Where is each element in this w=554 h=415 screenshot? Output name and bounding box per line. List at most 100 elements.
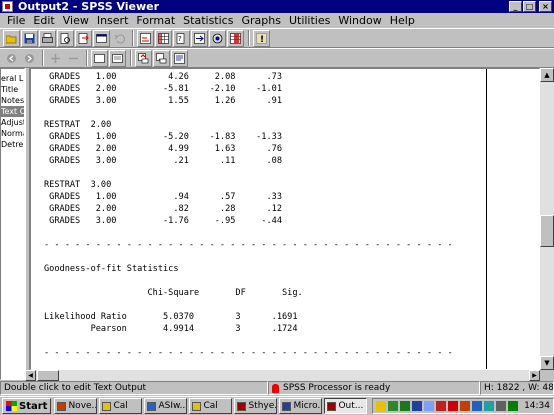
scroll-right-icon[interactable]: ▶: [529, 370, 540, 381]
vertical-scroll-thumb[interactable]: [540, 215, 554, 247]
folder-icon: [192, 401, 202, 411]
show-icon[interactable]: [135, 49, 152, 67]
tray-shortcut-6-icon[interactable]: [436, 401, 447, 411]
scroll-up-icon[interactable]: ▲: [540, 68, 554, 82]
output-line: Chi-Square DF Sig.: [44, 288, 303, 298]
print-icon[interactable]: [39, 29, 56, 47]
tray-volume-icon[interactable]: [496, 401, 507, 411]
dialog-recall-icon[interactable]: [93, 29, 110, 47]
goto-case-icon[interactable]: [191, 29, 208, 47]
taskbar-task[interactable]: Sthye...: [234, 398, 278, 414]
undo-icon[interactable]: [111, 30, 128, 47]
expand-icon[interactable]: [91, 49, 108, 67]
taskbar-task[interactable]: ASIw...: [144, 398, 188, 414]
output-line: Pearson 4.9914 3 .1724: [44, 324, 298, 334]
tray-icons: [376, 401, 520, 411]
menu-utilities[interactable]: Utilities: [285, 13, 334, 28]
menu-window[interactable]: Window: [334, 13, 385, 28]
collapse-icon[interactable]: [109, 49, 126, 67]
print-preview-icon[interactable]: [57, 29, 74, 47]
text-output[interactable]: GRADES 1.00 4.26 2.08 .73 GRADES 2.00 -5…: [44, 71, 453, 359]
output-line: GRADES 2.00 -5.81 -2.10 -1.01: [44, 84, 282, 94]
main-toolbar: ? !: [0, 28, 554, 48]
select-cases-icon[interactable]: [227, 29, 244, 47]
menu-insert[interactable]: Insert: [93, 13, 133, 28]
folder-icon: [102, 401, 112, 411]
output-content-pane[interactable]: GRADES 1.00 4.26 2.08 .73 GRADES 2.00 -5…: [30, 68, 540, 370]
forward-icon[interactable]: [21, 50, 38, 67]
taskbar-tasks: Nove... Cal ASIw... Cal Sthye... Micro... Out.…: [54, 398, 369, 414]
taskbar-task[interactable]: Cal: [99, 398, 143, 414]
open-icon[interactable]: [3, 29, 20, 47]
minimize-button[interactable]: _: [509, 1, 522, 12]
taskbar-task[interactable]: Micro...: [279, 398, 323, 414]
horizontal-scroll-thumb[interactable]: [37, 370, 59, 381]
menu-statistics[interactable]: Statistics: [179, 13, 237, 28]
page-margin-line: [486, 69, 487, 369]
outline-item-selected[interactable]: Text O: [1, 106, 24, 117]
system-tray: 14:34: [372, 398, 554, 414]
tray-shortcut-5-icon[interactable]: [424, 401, 435, 411]
close-button[interactable]: ×: [539, 1, 552, 12]
outline-item[interactable]: Adjust: [1, 117, 24, 128]
taskbar-task-label: Cal: [203, 401, 218, 411]
svg-text:!: !: [260, 35, 264, 44]
svg-text:?: ?: [178, 35, 182, 43]
demote-icon[interactable]: [65, 50, 82, 67]
processor-status-icon: [272, 383, 279, 393]
output-line: Goodness-of-fit Statistics: [44, 264, 179, 274]
outline-item[interactable]: Notes: [1, 95, 24, 106]
back-icon[interactable]: [3, 50, 20, 67]
output-line: GRADES 1.00 .94 .57 .33: [44, 192, 282, 202]
hide-icon[interactable]: [153, 49, 170, 67]
save-icon[interactable]: [21, 29, 38, 47]
find-icon[interactable]: [209, 29, 226, 47]
insert-heading-icon[interactable]: [171, 49, 188, 67]
outline-item[interactable]: Detren: [1, 139, 24, 150]
start-button[interactable]: Start: [2, 398, 52, 414]
tray-shortcut-2-icon[interactable]: [388, 401, 399, 411]
status-bar: Double click to edit Text Output SPSS Pr…: [0, 381, 554, 395]
tray-program-1-icon[interactable]: [460, 401, 471, 411]
goto-chart-icon[interactable]: [137, 29, 154, 47]
outline-item[interactable]: Title: [1, 84, 24, 95]
export-icon[interactable]: [75, 29, 92, 47]
menu-help[interactable]: Help: [386, 13, 419, 28]
output-line: GRADES 3.00 -1.76 -.95 -.44: [44, 216, 282, 226]
tray-excel-icon[interactable]: [400, 401, 411, 411]
menu-graphs[interactable]: Graphs: [237, 13, 284, 28]
tray-program-2-icon[interactable]: [472, 401, 483, 411]
menu-format[interactable]: Format: [132, 13, 179, 28]
outline-item[interactable]: Norma: [1, 128, 24, 139]
spss-app-icon[interactable]: [2, 1, 13, 12]
novell-icon: [57, 401, 67, 411]
scroll-left-icon[interactable]: ◀: [25, 370, 36, 381]
tray-word-icon[interactable]: [412, 401, 423, 411]
tray-shortcut-1-icon[interactable]: [376, 401, 387, 411]
scroll-down-icon[interactable]: ▼: [540, 356, 554, 370]
help-icon[interactable]: !: [253, 29, 270, 47]
taskbar-task-label: Sthye...: [248, 401, 278, 411]
taskbar-task-label: Nove...: [68, 401, 98, 411]
taskbar-task[interactable]: Nove...: [54, 398, 98, 414]
goto-data-icon[interactable]: [155, 29, 172, 47]
variables-icon[interactable]: ?: [173, 29, 190, 47]
promote-icon[interactable]: [47, 50, 64, 67]
tray-network-icon[interactable]: [508, 401, 519, 411]
horizontal-scrollbar[interactable]: ◀ ▶: [25, 370, 540, 381]
taskbar-task[interactable]: Out...: [324, 398, 368, 414]
title-bar: Output2 - SPSS Viewer _ □ ×: [0, 0, 554, 13]
menu-file[interactable]: File: [3, 13, 29, 28]
toolbar-separator: [42, 50, 44, 66]
vertical-scrollbar[interactable]: ▲ ▼: [540, 68, 554, 370]
maximize-button[interactable]: □: [523, 1, 536, 12]
menu-view[interactable]: View: [59, 13, 93, 28]
tray-netware-icon[interactable]: [448, 401, 459, 411]
menu-edit[interactable]: Edit: [29, 13, 58, 28]
outline-item[interactable]: eral L: [1, 73, 24, 84]
taskbar-task[interactable]: Cal: [189, 398, 233, 414]
tray-program-3-icon[interactable]: [484, 401, 495, 411]
